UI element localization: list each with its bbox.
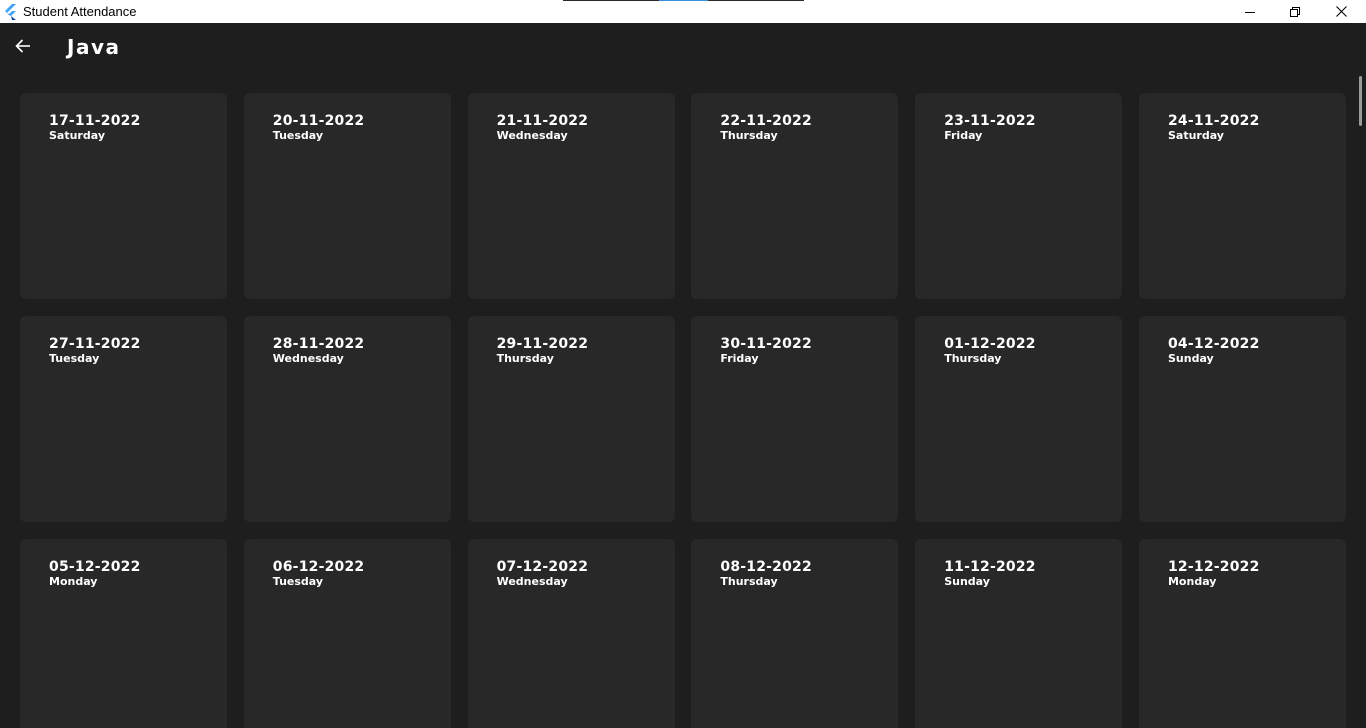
session-card[interactable]: 12-12-2022 Monday: [1138, 539, 1346, 728]
back-button[interactable]: [8, 31, 38, 61]
session-date: 30-11-2022: [720, 336, 812, 352]
session-date: 23-11-2022: [944, 113, 1036, 129]
session-day: Tuesday: [49, 352, 100, 365]
session-day: Sunday: [1167, 352, 1214, 365]
session-date: 05-12-2022: [49, 559, 141, 575]
session-card[interactable]: 08-12-2022 Thursday: [691, 539, 899, 728]
session-date: 17-11-2022: [49, 113, 141, 129]
session-card[interactable]: 05-12-2022 Monday: [20, 539, 227, 728]
session-day: Sunday: [944, 575, 990, 588]
session-card[interactable]: 20-11-2022 Tuesday: [243, 93, 451, 299]
session-date: 06-12-2022: [272, 559, 365, 575]
session-date: 22-11-2022: [720, 113, 812, 129]
session-card[interactable]: 01-12-2022 Thursday: [915, 316, 1123, 522]
session-date: 28-11-2022: [272, 336, 365, 352]
flutter-logo-icon: [4, 4, 18, 20]
session-day: Wednesday: [272, 352, 344, 365]
session-date: 08-12-2022: [720, 559, 812, 575]
session-day: Tuesday: [272, 129, 324, 142]
window-title: Student Attendance: [23, 4, 137, 19]
session-day: Thursday: [720, 129, 778, 142]
session-date: 01-12-2022: [944, 336, 1036, 352]
session-card[interactable]: 11-12-2022 Sunday: [915, 539, 1123, 728]
session-card[interactable]: 17-11-2022 Saturday: [20, 93, 227, 299]
session-card[interactable]: 06-12-2022 Tuesday: [243, 539, 451, 728]
minimize-icon: [1245, 11, 1255, 13]
session-date: 12-12-2022: [1167, 559, 1260, 575]
window-titlebar[interactable]: Student Attendance: [0, 0, 1366, 23]
session-day: Wednesday: [496, 575, 568, 588]
session-date: 11-12-2022: [944, 559, 1036, 575]
session-date: 24-11-2022: [1167, 113, 1260, 129]
session-card[interactable]: 23-11-2022 Friday: [915, 93, 1123, 299]
arrow-left-icon: [15, 39, 30, 53]
session-day: Tuesday: [272, 575, 324, 588]
session-day: Saturday: [49, 129, 105, 142]
session-card[interactable]: 28-11-2022 Wednesday: [243, 316, 451, 522]
maximize-button[interactable]: [1272, 0, 1318, 23]
session-card[interactable]: 22-11-2022 Thursday: [691, 93, 899, 299]
session-day: Thursday: [496, 352, 554, 365]
session-day: Saturday: [1167, 129, 1224, 142]
session-day: Thursday: [944, 352, 1002, 365]
restore-icon: [1290, 6, 1300, 17]
session-day: Monday: [49, 575, 98, 588]
sessions-scroll-area[interactable]: 17-11-2022 Saturday 20-11-2022 Tuesday 21-11…: [0, 73, 1366, 728]
drag-strip-focus: [659, 0, 708, 1]
session-date: 07-12-2022: [496, 559, 589, 575]
close-button[interactable]: [1318, 0, 1364, 23]
session-date: 20-11-2022: [272, 113, 365, 129]
session-card[interactable]: 07-12-2022 Wednesday: [467, 539, 675, 728]
session-day: Monday: [1167, 575, 1217, 588]
session-day: Wednesday: [496, 129, 568, 142]
app-bar: Java: [0, 23, 1366, 73]
vertical-scrollbar[interactable]: [1359, 76, 1362, 126]
session-card[interactable]: 04-12-2022 Sunday: [1138, 316, 1346, 522]
session-date: 04-12-2022: [1167, 336, 1260, 352]
minimize-button[interactable]: [1227, 0, 1273, 23]
sessions-grid: 17-11-2022 Saturday 20-11-2022 Tuesday 21-11…: [20, 93, 1346, 728]
session-day: Friday: [720, 352, 759, 365]
session-date: 21-11-2022: [496, 113, 589, 129]
session-day: Friday: [944, 129, 983, 142]
session-card[interactable]: 30-11-2022 Friday: [691, 316, 899, 522]
close-icon: [1335, 6, 1347, 17]
session-card[interactable]: 24-11-2022 Saturday: [1138, 93, 1346, 299]
session-date: 29-11-2022: [496, 336, 589, 352]
session-day: Thursday: [720, 575, 778, 588]
session-card[interactable]: 21-11-2022 Wednesday: [467, 93, 675, 299]
session-card[interactable]: 27-11-2022 Tuesday: [20, 316, 227, 522]
drag-strip: [563, 0, 804, 1]
session-date: 27-11-2022: [49, 336, 141, 352]
session-card[interactable]: 29-11-2022 Thursday: [467, 316, 675, 522]
page-title: Java: [67, 35, 121, 59]
